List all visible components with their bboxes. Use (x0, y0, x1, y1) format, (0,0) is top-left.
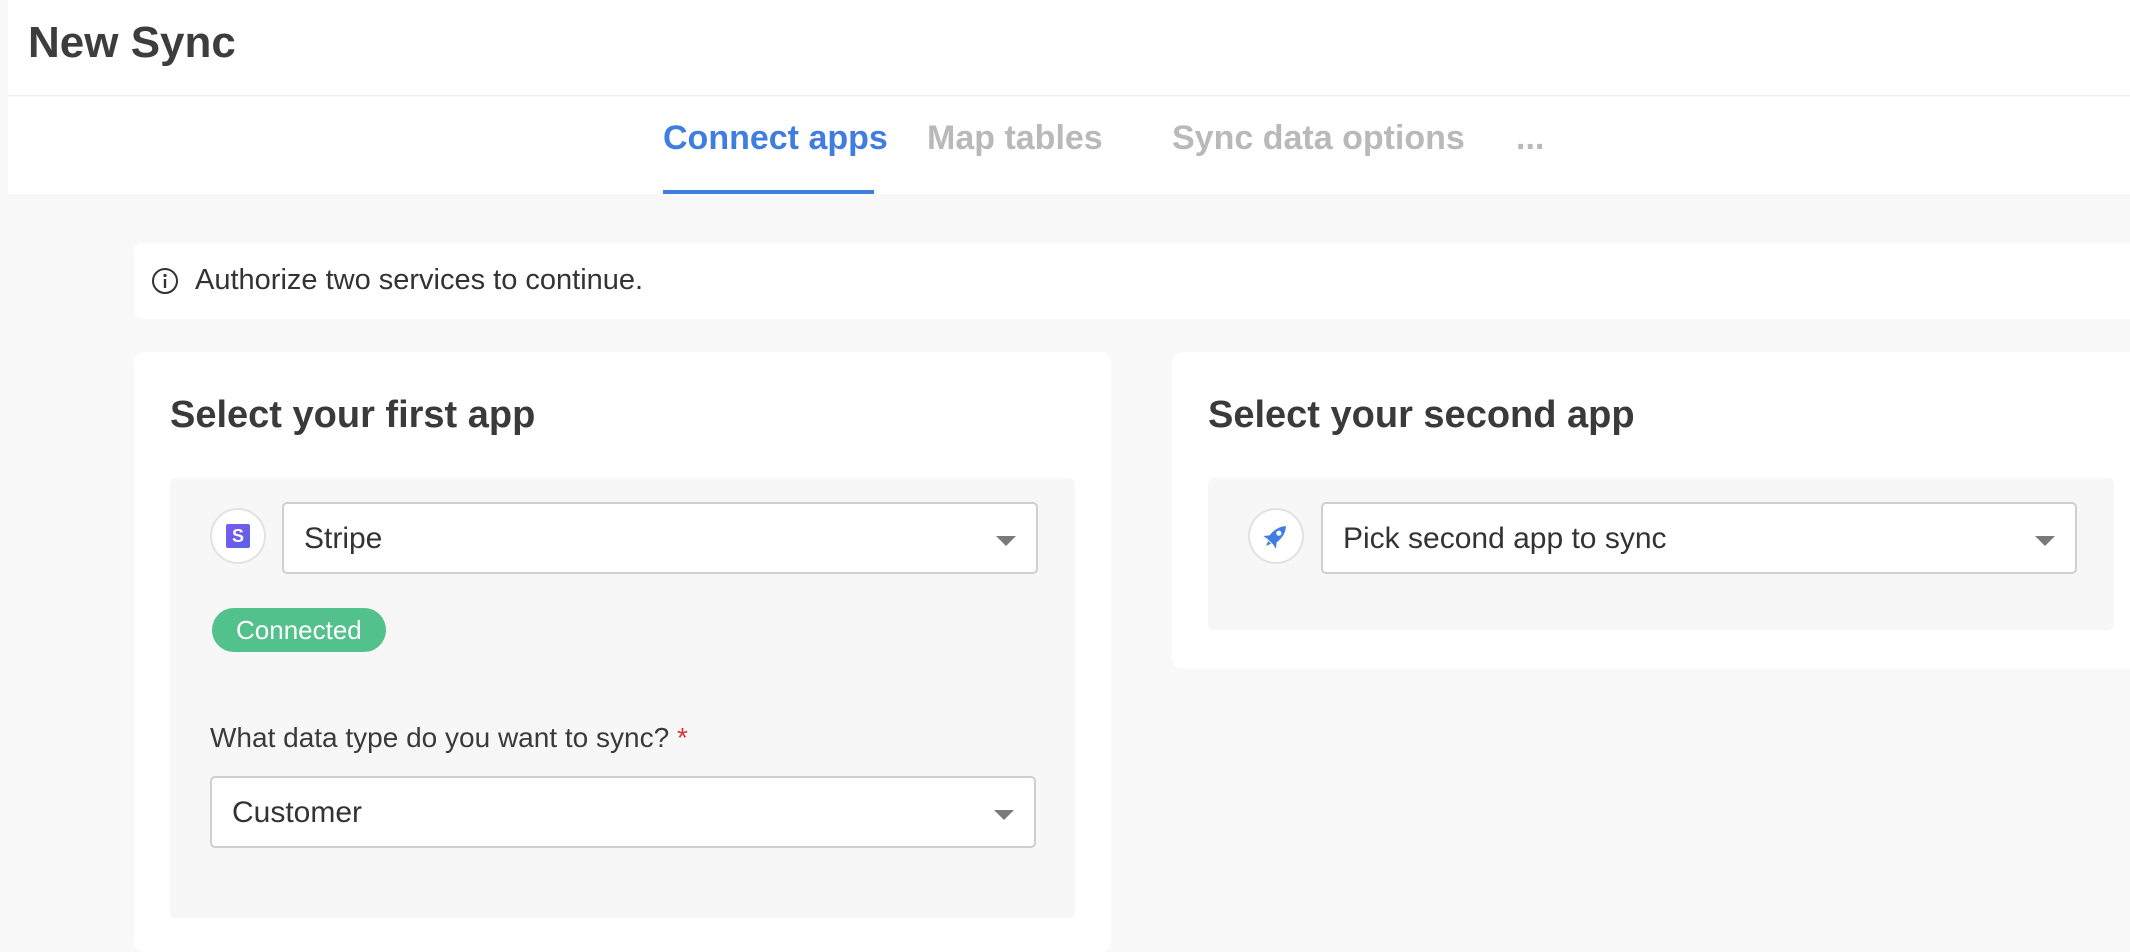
first-app-title: Select your first app (170, 394, 536, 436)
first-app-panel: S Stripe Connected What data type do you… (170, 478, 1075, 918)
second-app-select[interactable]: Pick second app to sync (1321, 502, 2077, 574)
info-banner: Authorize two services to continue. (134, 243, 2130, 319)
first-app-select-value: Stripe (304, 522, 383, 555)
stripe-logo-icon: S (226, 524, 250, 548)
header: New Sync (8, 0, 2130, 96)
chevron-down-icon (994, 810, 1014, 820)
tab-map-tables[interactable]: Map tables (927, 119, 1103, 158)
second-app-panel: Pick second app to sync (1208, 478, 2114, 630)
status-badge: Connected (212, 608, 386, 652)
first-app-select[interactable]: Stripe (282, 502, 1038, 574)
rocket-icon (1263, 526, 1286, 549)
banner-text: Authorize two services to continue. (195, 264, 644, 296)
chevron-down-icon (2035, 536, 2055, 546)
chevron-down-icon (996, 536, 1016, 546)
active-tab-indicator (663, 190, 874, 194)
data-type-label: What data type do you want to sync? * (210, 722, 688, 754)
data-type-label-text: What data type do you want to sync? (210, 722, 670, 753)
second-app-title: Select your second app (1208, 394, 1635, 436)
info-circle-icon (152, 268, 178, 294)
second-app-select-placeholder: Pick second app to sync (1343, 522, 1667, 555)
required-marker: * (676, 722, 688, 753)
first-app-card: Select your first app S Stripe Connected… (134, 352, 1111, 952)
app-logo: S (210, 508, 266, 564)
app-logo (1248, 508, 1304, 564)
data-type-select-value: Customer (232, 796, 363, 829)
second-app-card: Select your second app Pick second app t… (1172, 352, 2130, 669)
tabs-bar: Connect apps Map tables Sync data option… (8, 97, 2130, 194)
tab-more[interactable]: ... (1516, 119, 1544, 158)
data-type-select[interactable]: Customer (210, 776, 1036, 848)
tab-sync-data-options[interactable]: Sync data options (1172, 119, 1465, 158)
tab-connect-apps[interactable]: Connect apps (663, 119, 888, 158)
page-title: New Sync (28, 18, 236, 67)
